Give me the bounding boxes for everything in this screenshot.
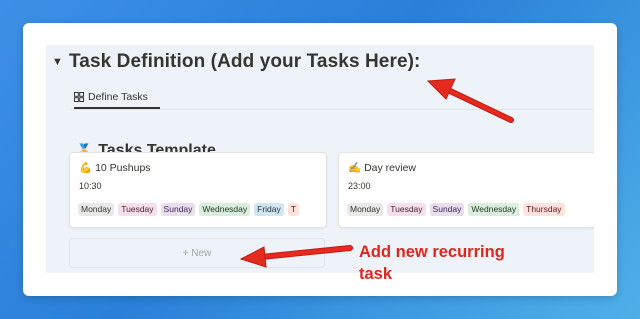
notion-page-card: ▼ Task Definition (Add your Tasks Here):… <box>23 23 617 296</box>
arrow-to-new-button <box>239 245 353 268</box>
annotation-arrows <box>239 78 514 268</box>
arrow-to-heading <box>426 78 514 123</box>
